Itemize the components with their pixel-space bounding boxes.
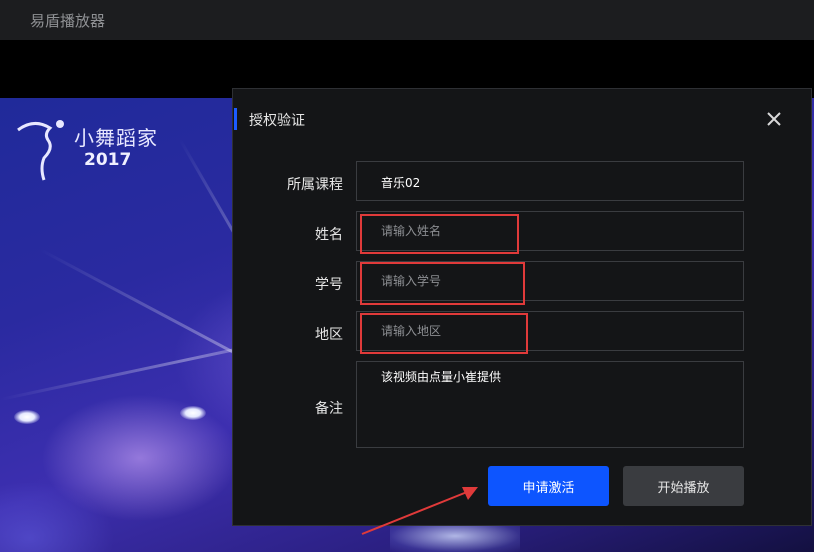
stage-spotlight <box>14 410 40 424</box>
app-title: 易盾播放器 <box>30 12 106 30</box>
logo-year: 2017 <box>84 150 132 170</box>
annotation-box-region <box>360 313 528 354</box>
annotation-arrow <box>361 487 478 535</box>
close-button[interactable] <box>761 106 787 132</box>
dialog-accent-bar <box>234 108 237 130</box>
course-value: 音乐02 <box>381 176 421 190</box>
annotation-box-name <box>360 214 519 254</box>
name-label: 姓名 <box>315 227 343 243</box>
region-label: 地区 <box>315 327 343 343</box>
remark-field[interactable]: 该视频由点量小崔提供 <box>356 361 744 448</box>
authorization-dialog: 授权验证 所属课程 音乐02 姓名 学号 地区 备注 该视频由点量小崔提供 申请… <box>232 88 812 526</box>
start-playback-button[interactable]: 开始播放 <box>623 466 744 506</box>
dialog-title: 授权验证 <box>249 113 305 129</box>
stage-spotlight <box>180 406 206 420</box>
remark-textarea[interactable]: 该视频由点量小崔提供 <box>357 362 743 447</box>
video-logo: 小舞蹈家 2017 <box>14 118 164 181</box>
logo-brand-text: 小舞蹈家 <box>74 126 158 150</box>
student-id-label: 学号 <box>315 277 343 293</box>
title-bar: 易盾播放器 <box>0 0 814 40</box>
close-icon <box>767 112 781 126</box>
course-label: 所属课程 <box>287 177 343 193</box>
remark-label: 备注 <box>315 401 343 417</box>
annotation-box-student-id <box>360 262 525 305</box>
dancer-logo-icon <box>17 120 64 181</box>
course-field: 音乐02 <box>356 161 744 201</box>
apply-activation-button[interactable]: 申请激活 <box>488 466 609 506</box>
